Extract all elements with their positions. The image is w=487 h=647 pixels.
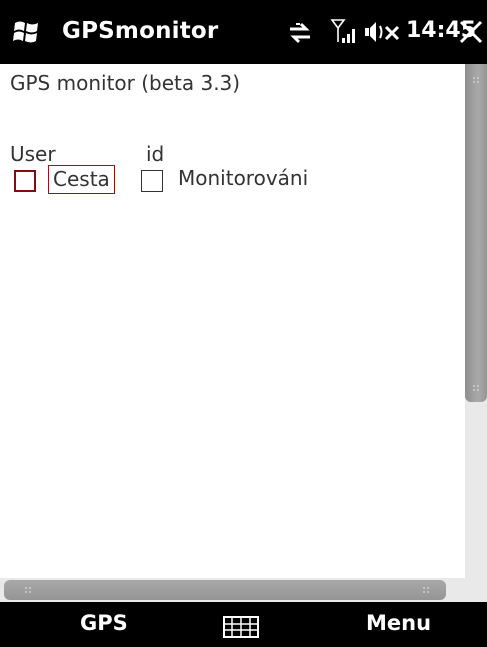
grip-icon <box>473 385 479 391</box>
monitorovani-checkbox[interactable] <box>141 170 163 192</box>
softkey-bar: GPS Menu <box>0 602 487 647</box>
form-content: GPS monitor (beta 3.3) User id Cesta Mon… <box>0 64 465 602</box>
user-label: User <box>10 142 56 166</box>
grip-icon <box>423 587 429 593</box>
cesta-checkbox[interactable] <box>14 170 36 192</box>
grip-icon <box>25 587 31 593</box>
close-icon[interactable] <box>458 18 484 46</box>
sync-icon <box>290 22 310 44</box>
id-label: id <box>146 142 165 166</box>
horizontal-scrollbar-thumb[interactable] <box>4 580 446 600</box>
horizontal-scrollbar[interactable] <box>0 578 487 602</box>
volume-muted-icon <box>365 22 400 42</box>
menu-softkey[interactable]: Menu <box>366 611 431 635</box>
gps-softkey[interactable]: GPS <box>80 611 128 635</box>
signal-icon <box>330 19 355 43</box>
vertical-scrollbar[interactable] <box>465 64 487 602</box>
monitorovani-checkbox-label[interactable]: Monitorováni <box>178 166 308 190</box>
vertical-scrollbar-thumb[interactable] <box>465 64 487 402</box>
cesta-checkbox-label[interactable]: Cesta <box>48 165 115 194</box>
page-title: GPS monitor (beta 3.3) <box>10 71 241 95</box>
grip-icon <box>473 77 479 83</box>
keyboard-icon[interactable] <box>223 616 259 638</box>
app-name: GPSmonitor <box>62 18 219 44</box>
title-bar: GPSmonitor 14:45 <box>0 0 487 64</box>
windows-logo-icon[interactable] <box>12 18 42 46</box>
